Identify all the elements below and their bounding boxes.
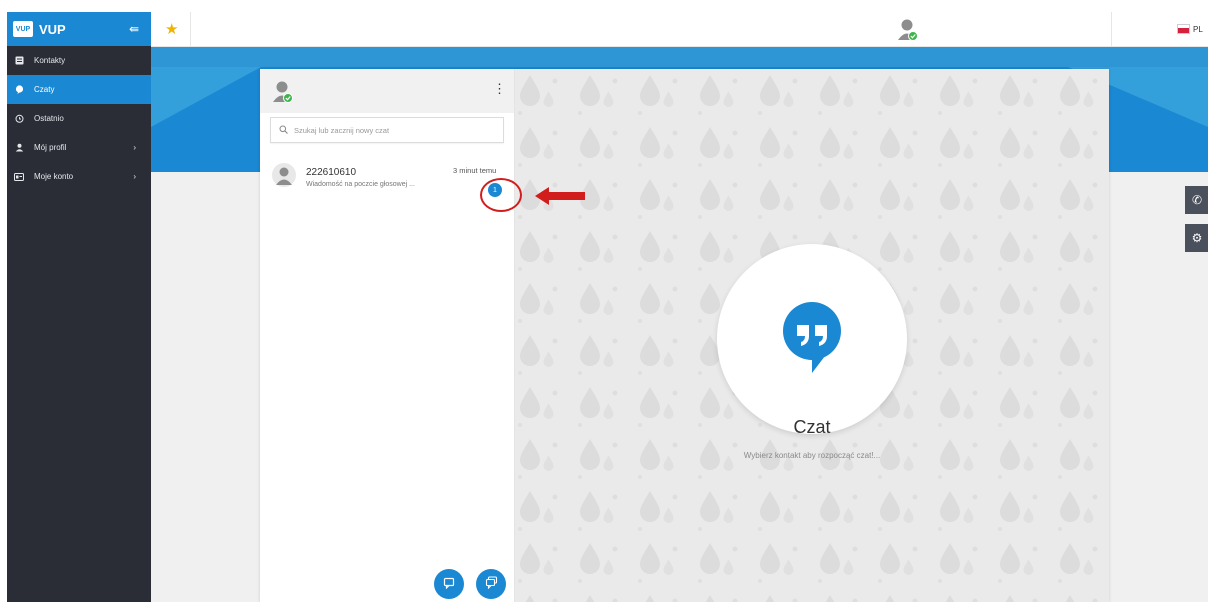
banner-band xyxy=(151,47,1208,67)
chat-icon xyxy=(14,85,24,94)
annotation-arrow xyxy=(535,187,585,210)
sidebar-item-moj-profil[interactable]: Mój profil › xyxy=(7,133,151,162)
conversation-preview: Wiadomość na poczcie głosowej ... xyxy=(306,181,415,188)
chevron-right-icon: › xyxy=(133,143,136,152)
conversation-list-header: ⋮ xyxy=(260,69,514,113)
favorites-star-icon[interactable]: ★ xyxy=(165,20,178,38)
app-frame: VUP VUP ⇚ Kontakty Czaty Ostatnio Mój pr… xyxy=(7,12,1208,602)
welcome-subtitle: Wybierz kontakt aby rozpocząć czat!... xyxy=(743,451,881,460)
new-group-chat-button[interactable] xyxy=(476,569,506,599)
contact-avatar xyxy=(272,163,296,194)
welcome-title: Czat xyxy=(793,417,831,437)
sidebar-item-label: Mój profil xyxy=(34,143,67,152)
poland-flag-icon xyxy=(1177,24,1190,34)
quote-chat-icon xyxy=(781,301,843,378)
brand-logo: VUP xyxy=(13,21,33,37)
chat-welcome-pane: Czat Wybierz kontakt aby rozpocząć czat!… xyxy=(515,69,1109,602)
sidebar-item-moje-konto[interactable]: Moje konto › xyxy=(7,162,151,191)
annotation-circle xyxy=(480,178,522,212)
new-chat-button[interactable] xyxy=(434,569,464,599)
contacts-icon xyxy=(14,56,24,65)
sidebar-item-czaty[interactable]: Czaty xyxy=(7,75,151,104)
conversation-item[interactable]: 222610610 3 minut temu Wiadomość na pocz… xyxy=(260,159,514,199)
chat-panel: ⋮ 222610610 3 minut temu Wiad xyxy=(260,69,1109,602)
phone-icon: ✆ xyxy=(1191,193,1203,207)
conversation-name: 222610610 xyxy=(306,167,357,178)
conversation-list-pane: ⋮ 222610610 3 minut temu Wiad xyxy=(260,69,515,602)
sidebar-item-label: Moje konto xyxy=(34,172,74,181)
account-card-icon xyxy=(14,172,24,181)
sidebar-item-label: Czaty xyxy=(34,85,55,94)
more-options-icon[interactable]: ⋮ xyxy=(493,81,506,97)
chat-bubble-icon xyxy=(443,577,455,592)
collapse-sidebar-icon[interactable]: ⇚ xyxy=(129,22,139,36)
settings-button[interactable]: ⚙ xyxy=(1185,224,1208,252)
brand-bar: VUP VUP ⇚ xyxy=(7,12,151,46)
language-selector[interactable]: PL xyxy=(1177,24,1203,34)
language-label: PL xyxy=(1193,24,1203,34)
sidebar-item-label: Kontakty xyxy=(34,56,66,65)
phone-button[interactable]: ✆ xyxy=(1185,186,1208,214)
sidebar-item-ostatnio[interactable]: Ostatnio xyxy=(7,104,151,133)
group-chat-icon xyxy=(485,576,498,592)
clock-icon xyxy=(14,114,24,123)
chevron-right-icon: › xyxy=(133,172,136,181)
banner-shape-left xyxy=(151,67,261,127)
sidebar-item-label: Ostatnio xyxy=(34,114,64,123)
conversation-time: 3 minut temu xyxy=(453,166,497,175)
search-box[interactable] xyxy=(270,117,504,143)
divider xyxy=(1111,12,1112,46)
sidebar-item-kontakty[interactable]: Kontakty xyxy=(7,46,151,75)
user-icon xyxy=(14,143,24,152)
top-bar: ★ PL xyxy=(151,12,1208,47)
divider xyxy=(190,12,191,46)
search-input[interactable] xyxy=(294,125,484,135)
my-avatar[interactable] xyxy=(272,80,294,109)
search-icon xyxy=(279,125,288,136)
gear-icon: ⚙ xyxy=(1191,231,1203,245)
sidebar: VUP VUP ⇚ Kontakty Czaty Ostatnio Mój pr… xyxy=(7,12,151,602)
brand-name: VUP xyxy=(39,21,66,37)
chat-welcome-circle xyxy=(717,244,907,434)
user-avatar[interactable] xyxy=(897,18,919,47)
